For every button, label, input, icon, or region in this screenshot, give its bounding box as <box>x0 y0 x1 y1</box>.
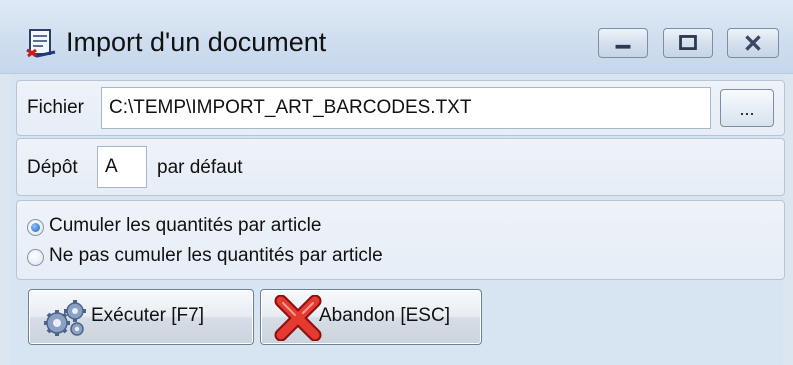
execute-button[interactable]: Exécuter [F7] <box>28 289 254 345</box>
maximize-icon <box>679 35 697 50</box>
options-panel: Cumuler les quantités par article Ne pas… <box>16 200 785 280</box>
cancel-button[interactable]: Abandon [ESC] <box>260 289 482 345</box>
close-icon <box>745 35 761 51</box>
cumulate-option-label[interactable]: Cumuler les quantités par article <box>49 215 321 237</box>
title-bar[interactable]: Import d'un document <box>0 0 793 74</box>
import-dialog: Import d'un document Fichier C:\TEMP\IMP… <box>0 0 793 365</box>
gears-icon <box>44 300 86 336</box>
window-title: Import d'un document <box>66 27 327 57</box>
minimize-button[interactable] <box>598 28 648 58</box>
depot-suffix: par défaut <box>157 157 243 178</box>
execute-label: Exécuter [F7] <box>91 305 204 326</box>
maximize-button[interactable] <box>663 28 713 58</box>
cumulate-radio[interactable] <box>27 219 44 236</box>
file-path-input[interactable]: C:\TEMP\IMPORT_ART_BARCODES.TXT <box>101 87 711 129</box>
no-cumulate-option-label[interactable]: Ne pas cumuler les quantités par article <box>49 245 383 267</box>
depot-panel: Dépôt A par défaut <box>16 138 785 196</box>
minimize-icon <box>615 44 631 49</box>
file-panel: Fichier C:\TEMP\IMPORT_ART_BARCODES.TXT … <box>16 80 785 136</box>
document-scanner-icon <box>26 29 56 58</box>
cancel-label: Abandon [ESC] <box>319 305 450 326</box>
close-button[interactable] <box>727 28 779 58</box>
file-label: Fichier <box>27 97 85 118</box>
red-x-icon <box>274 295 322 341</box>
no-cumulate-radio[interactable] <box>27 249 44 266</box>
browse-button[interactable]: ... <box>720 89 774 127</box>
depot-input[interactable]: A <box>97 146 147 188</box>
depot-label: Dépôt <box>27 157 78 178</box>
